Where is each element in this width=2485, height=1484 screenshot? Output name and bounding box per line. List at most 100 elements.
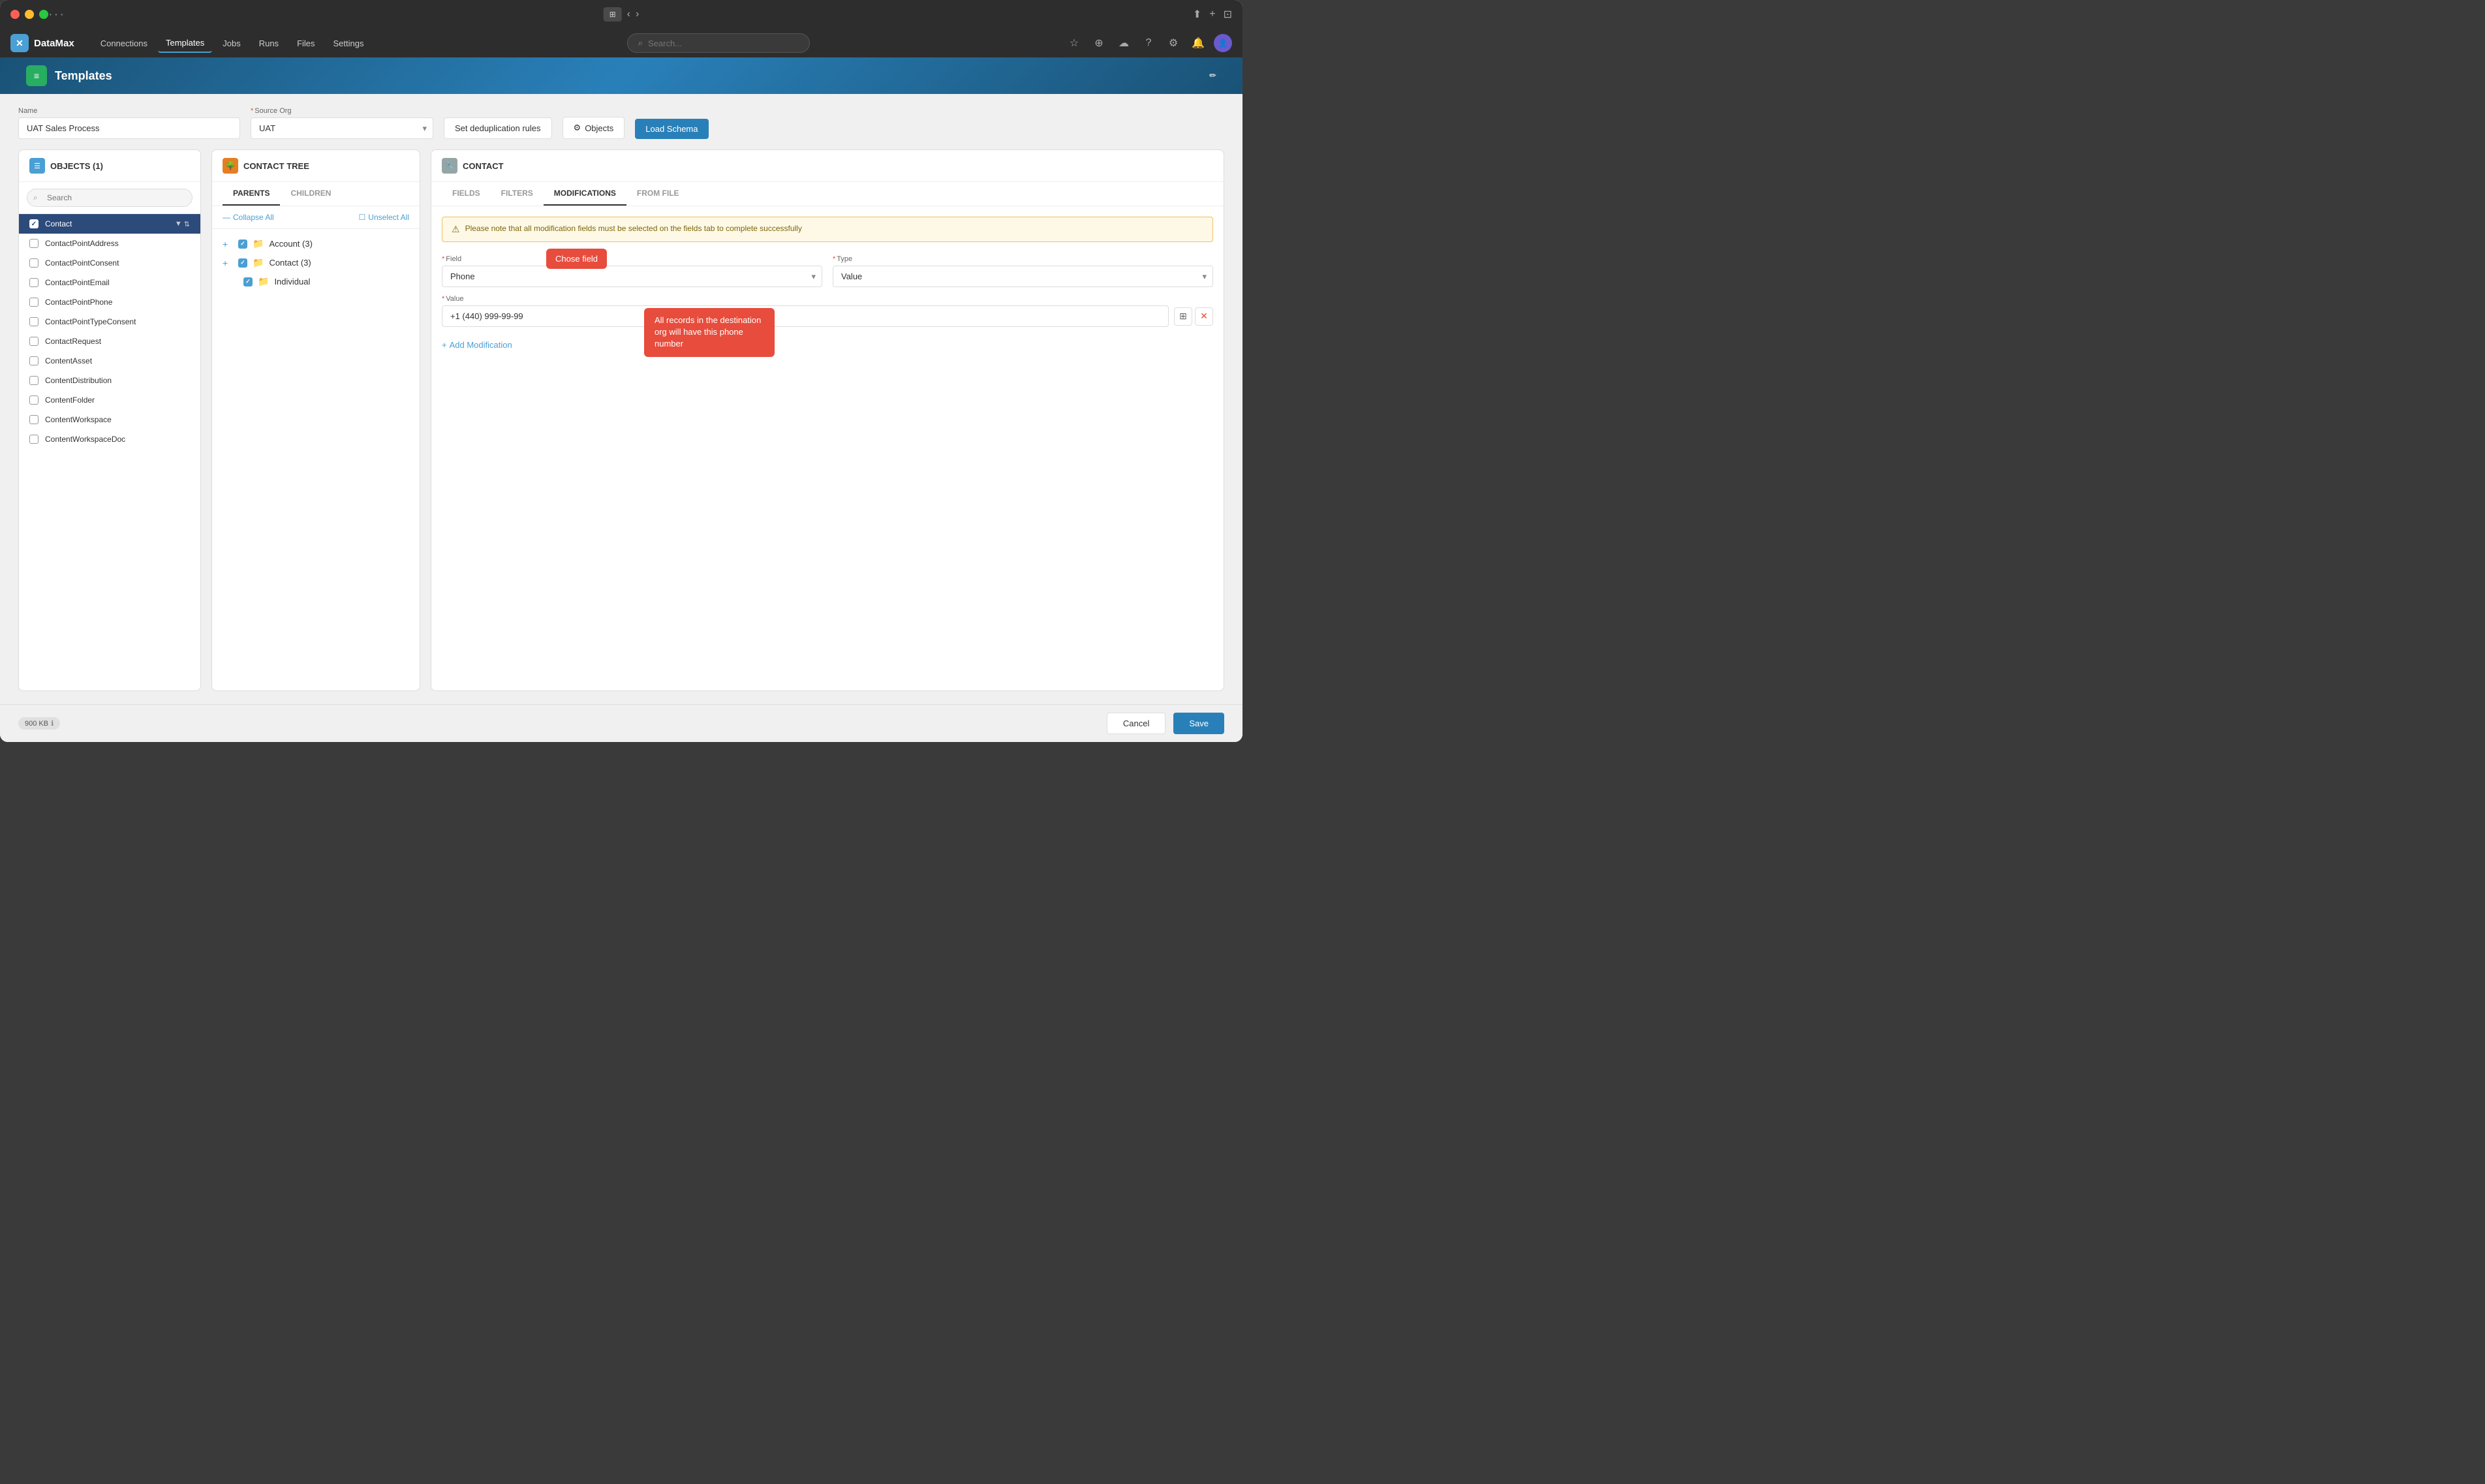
alert-text: Please note that all modification fields… [465,224,802,233]
tree-panel-title: CONTACT TREE [243,161,309,171]
object-item-contact[interactable]: ✓ Contact ▼ ⇅ [19,214,200,234]
object-item-contactrequest[interactable]: ContactRequest [19,332,200,351]
nav-templates[interactable]: Templates [158,34,212,53]
mods-panel-title: CONTACT [463,161,504,171]
tab-overview-icon[interactable]: ⊡ [1224,8,1232,21]
copy-value-button[interactable]: ⊞ [1174,307,1192,326]
object-item-contentasset[interactable]: ContentAsset [19,351,200,371]
new-tab-icon[interactable]: + [1209,8,1215,20]
tree-checkbox-contact: ✓ [238,258,247,268]
cancel-button[interactable]: Cancel [1107,713,1165,734]
tree-checkbox-individual: ✓ [243,277,253,286]
tree-expand-account[interactable]: + [223,239,233,249]
source-org-select[interactable]: UAT [251,117,433,139]
tree-check-icon-individual: ✓ [245,278,251,285]
objects-search-input[interactable] [27,189,193,207]
type-group: *Type Value ▾ [833,255,1213,287]
object-item-contactpointemail[interactable]: ContactPointEmail [19,273,200,292]
object-item-contactpointtypeconsent[interactable]: ContactPointTypeConsent [19,312,200,332]
tree-item-name-account: Account (3) [269,239,312,249]
tab-modifications[interactable]: MODIFICATIONS [544,182,626,206]
type-select[interactable]: Value [833,266,1213,287]
objects-panel: ☰ OBJECTS (1) ⌕ ✓ Contact [18,149,201,691]
tab-from-file[interactable]: FROM FILE [626,182,690,206]
tree-panel-header: 🌳 CONTACT TREE [212,150,420,182]
delete-value-button[interactable]: ✕ [1195,307,1213,326]
field-type-row: *Field Phone ▾ [442,255,1213,287]
window-layout-btn[interactable]: ⊞ [604,7,622,22]
objects-button[interactable]: ⚙ Objects [563,117,625,139]
nav-links: Connections Templates Jobs Runs Files Se… [93,34,372,53]
objects-search-container: ⌕ [19,182,200,214]
nav-settings[interactable]: Settings [326,35,372,52]
value-input[interactable] [442,305,1169,327]
object-item-contentworkspace[interactable]: ContentWorkspace [19,410,200,429]
load-schema-button[interactable]: Load Schema [635,119,708,139]
object-checkbox-cd [29,376,39,385]
nav-files[interactable]: Files [289,35,322,52]
add-icon[interactable]: ⊕ [1090,34,1108,52]
tree-item-individual[interactable]: ✓ 📁 Individual [212,272,420,291]
footer-left: 900 KB ℹ [18,717,60,730]
tree-panel-icon: 🌳 [223,158,238,174]
mods-panel-header: 🔧 CONTACT [431,150,1224,182]
footer-buttons: Cancel Save [1107,713,1224,734]
logo-icon: ✕ [10,34,29,52]
titlebar-right: ⬆ + ⊡ [1193,8,1232,21]
gear-icon[interactable]: ⚙ [1164,34,1182,52]
titlebar-dots: ··· [48,7,65,22]
tree-check-icon: ✓ [240,240,245,247]
tab-parents[interactable]: PARENTS [223,182,280,206]
dedup-rules-button[interactable]: Set deduplication rules [444,117,552,139]
nav-jobs[interactable]: Jobs [215,35,248,52]
object-item-contactpointaddress[interactable]: ContactPointAddress [19,234,200,253]
search-input[interactable] [648,39,799,48]
tab-fields[interactable]: FIELDS [442,182,491,206]
titlebar: ⊞ ‹ › ··· ⬆ + ⊡ [0,0,1242,29]
unselect-all-link[interactable]: ☐ Unselect All [359,213,409,222]
object-checkbox-cpe [29,278,39,287]
nav-forward-btn[interactable]: › [636,8,639,20]
nav-right: ☆ ⊕ ☁ ? ⚙ 🔔 👤 [1065,34,1232,52]
maximize-button[interactable] [39,10,48,19]
cloud-icon[interactable]: ☁ [1115,34,1133,52]
objects-list: ✓ Contact ▼ ⇅ ContactPointAddress [19,214,200,690]
nav-runs[interactable]: Runs [251,35,286,52]
close-button[interactable] [10,10,20,19]
object-item-contactpointconsent[interactable]: ContactPointConsent [19,253,200,273]
help-icon[interactable]: ? [1139,34,1158,52]
tree-checkbox-account: ✓ [238,240,247,249]
nav-search: ⌕ [380,33,1058,53]
object-item-contentworkspacedoc[interactable]: ContentWorkspaceDoc [19,429,200,449]
avatar[interactable]: 👤 [1214,34,1232,52]
tab-children[interactable]: CHILDREN [280,182,341,206]
tree-item-contact[interactable]: + ✓ 📁 Contact (3) [212,253,420,272]
tree-item-account[interactable]: + ✓ 📁 Account (3) [212,234,420,253]
checkbox-check-icon: ✓ [31,221,37,228]
name-input[interactable] [18,117,240,139]
value-row-container: *Value ⊞ ✕ [442,295,1213,327]
object-item-contentdistribution[interactable]: ContentDistribution [19,371,200,390]
tooltip-phone-info: All records in the destination org will … [644,308,775,357]
save-button[interactable]: Save [1173,713,1224,734]
field-select[interactable]: Phone [442,266,822,287]
collapse-all-link[interactable]: — Collapse All [223,213,274,222]
object-item-contentfolder[interactable]: ContentFolder [19,390,200,410]
tree-expand-contact[interactable]: + [223,258,233,268]
modifications-panel: 🔧 CONTACT FIELDS FILTERS MODIFICATIONS F… [431,149,1224,691]
tab-filters[interactable]: FILTERS [491,182,544,206]
value-label: *Value [442,295,1213,303]
add-modification-link[interactable]: + Add Modification [442,340,1213,350]
value-group: *Value ⊞ ✕ [442,295,1213,327]
bell-icon[interactable]: 🔔 [1189,34,1207,52]
add-modification-icon: + [442,340,447,350]
share-icon[interactable]: ⬆ [1193,8,1201,21]
star-icon[interactable]: ☆ [1065,34,1083,52]
minimize-button[interactable] [25,10,34,19]
edit-icon[interactable]: ✏ [1209,70,1216,81]
object-item-contactpointphone[interactable]: ContactPointPhone [19,292,200,312]
nav-back-btn[interactable]: ‹ [627,8,630,20]
nav-connections[interactable]: Connections [93,35,155,52]
mods-content: ⚠ Please note that all modification fiel… [431,206,1224,690]
type-select-wrapper: Value ▾ [833,266,1213,287]
